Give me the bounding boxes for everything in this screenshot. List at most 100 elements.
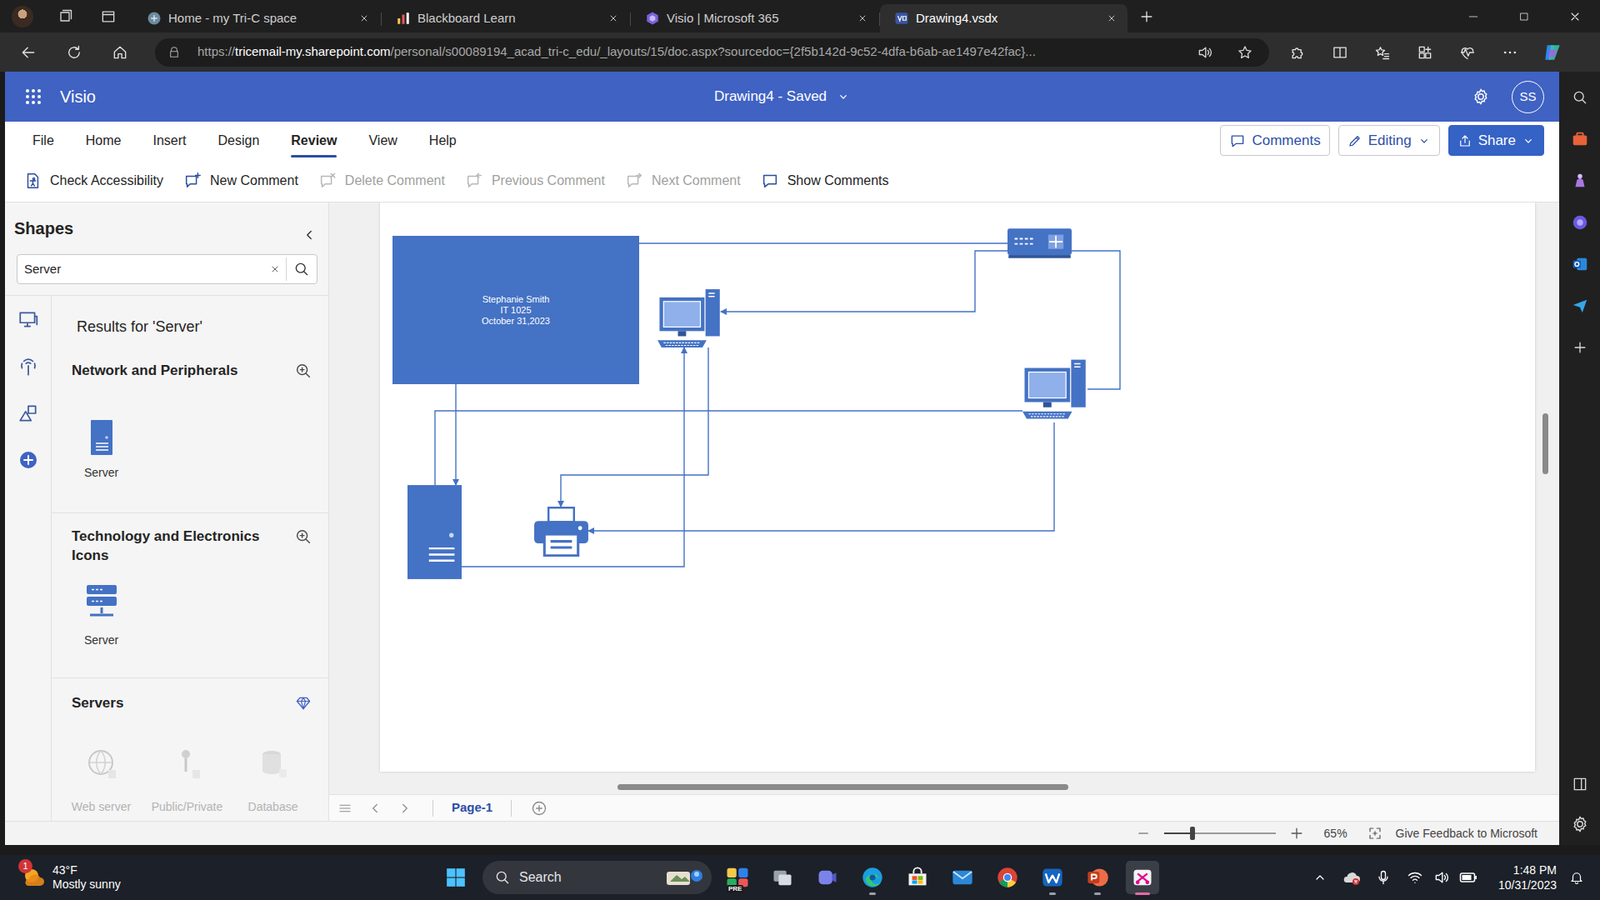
computer-shape[interactable] xyxy=(657,289,721,348)
new-tab-icon[interactable] xyxy=(1132,4,1161,30)
notifications-bell-icon[interactable] xyxy=(1565,865,1589,890)
search-icon[interactable] xyxy=(1565,83,1595,112)
all-pages-icon[interactable] xyxy=(332,796,358,820)
taskbar-app[interactable] xyxy=(1035,860,1070,895)
clear-search-icon[interactable] xyxy=(263,257,287,281)
close-tab-icon[interactable] xyxy=(356,10,372,26)
drawing-page[interactable]: Stephanie SmithIT 1025October 31,2023 xyxy=(380,202,1535,772)
drawing-canvas[interactable]: Stephanie SmithIT 1025October 31,2023 xyxy=(329,202,1560,795)
search-value[interactable]: Server xyxy=(24,260,264,280)
games-icon[interactable] xyxy=(1565,166,1595,195)
microphone-icon[interactable] xyxy=(1371,865,1395,890)
profile-avatar[interactable] xyxy=(11,5,34,28)
horizontal-scrollbar[interactable] xyxy=(617,784,1069,790)
document-menu-icon[interactable] xyxy=(836,90,850,104)
add-page-icon[interactable] xyxy=(526,796,552,820)
copilot-sidebar-icon[interactable] xyxy=(1565,208,1595,237)
address-bar[interactable]: https://tricemail-my.sharepoint.com/pers… xyxy=(155,38,1270,67)
taskbar-app[interactable] xyxy=(765,860,800,895)
taskbar-app[interactable] xyxy=(1125,860,1160,895)
ribbon-command[interactable]: New Comment xyxy=(183,170,299,191)
settings-icon[interactable] xyxy=(1471,87,1490,106)
zoom-percent[interactable]: 65% xyxy=(1317,825,1355,843)
computer-shape[interactable] xyxy=(1022,355,1087,423)
shape-search-box[interactable]: Server xyxy=(16,254,318,285)
close-tab-icon[interactable] xyxy=(605,10,621,26)
zoom-icon[interactable] xyxy=(293,360,314,381)
network-stencil-icon[interactable] xyxy=(14,354,43,380)
section-header[interactable]: Technology and Electronics Icons xyxy=(51,526,329,565)
taskbar-search[interactable]: Search xyxy=(482,860,712,895)
shape-item[interactable]: Server xyxy=(58,415,145,482)
vertical-scrollbar[interactable] xyxy=(1542,413,1549,475)
outlook-icon[interactable] xyxy=(1565,250,1595,279)
collapse-panel-icon[interactable] xyxy=(301,215,317,255)
ribbon-command[interactable]: Show Comments xyxy=(760,170,890,191)
taskbar-app[interactable] xyxy=(855,860,890,895)
workspaces-icon[interactable] xyxy=(53,5,77,29)
title-text-box[interactable]: Stephanie SmithIT 1025October 31,2023 xyxy=(392,235,640,385)
weather-widget[interactable]: 143°FMostly sunny xyxy=(0,863,441,892)
server-shape[interactable] xyxy=(407,485,462,580)
next-page-icon[interactable] xyxy=(392,796,418,820)
browser-tab[interactable]: Visio | Microsoft 365 xyxy=(630,4,879,33)
taskbar-app[interactable] xyxy=(990,860,1025,895)
account-avatar[interactable]: SS xyxy=(1511,80,1545,114)
ribbon-tab[interactable]: File xyxy=(32,127,55,155)
add-icon[interactable] xyxy=(1565,333,1595,362)
zoom-in-icon[interactable] xyxy=(1287,824,1306,843)
performance-icon[interactable] xyxy=(1454,39,1481,66)
search-icon[interactable] xyxy=(286,257,317,281)
tab-actions-icon[interactable] xyxy=(96,5,120,29)
read-aloud-icon[interactable] xyxy=(1190,40,1220,65)
onedrive-icon[interactable] xyxy=(1340,865,1364,890)
ribbon-tab[interactable]: Home xyxy=(85,127,122,155)
ribbon-action-button[interactable]: Editing xyxy=(1338,125,1440,156)
zoom-slider-thumb[interactable] xyxy=(1190,826,1195,840)
app-name[interactable]: Visio xyxy=(60,84,96,110)
ribbon-tab[interactable]: View xyxy=(368,127,397,155)
ribbon-tab[interactable]: Insert xyxy=(152,127,186,155)
shape-item[interactable]: Server xyxy=(58,579,145,650)
browser-tab[interactable]: Blackboard Learn xyxy=(381,4,630,33)
quick-settings[interactable] xyxy=(1403,865,1480,890)
extensions-icon[interactable] xyxy=(1284,39,1311,66)
fit-to-window-icon[interactable] xyxy=(1365,824,1385,843)
send-icon[interactable] xyxy=(1565,291,1595,320)
close-tab-icon[interactable] xyxy=(1104,10,1120,26)
ribbon-command[interactable]: Check Accessibility xyxy=(23,170,164,191)
section-header[interactable]: Network and Peripherals xyxy=(51,360,329,381)
home-icon[interactable] xyxy=(106,39,134,66)
ribbon-tab[interactable]: Design xyxy=(217,127,260,155)
document-title[interactable]: Drawing4 - Saved xyxy=(714,85,850,108)
browser-tab[interactable]: Home - my Tri-C space xyxy=(132,4,380,33)
printer-shape[interactable] xyxy=(534,506,589,557)
previous-page-icon[interactable] xyxy=(362,796,388,820)
windows-start-icon[interactable] xyxy=(440,862,471,893)
close-tab-icon[interactable] xyxy=(855,10,870,26)
tools-icon[interactable] xyxy=(1565,125,1595,154)
hide-sidebar-icon[interactable] xyxy=(1565,770,1595,799)
zoom-icon[interactable] xyxy=(293,526,314,547)
taskbar-app[interactable] xyxy=(900,860,935,895)
refresh-icon[interactable] xyxy=(60,39,88,66)
premium-diamond-icon[interactable] xyxy=(293,693,314,714)
document-name[interactable]: Drawing4 - Saved xyxy=(714,85,827,108)
page-tab[interactable]: Page-1 xyxy=(448,796,496,820)
more-icon[interactable] xyxy=(1496,39,1524,66)
add-stencil-icon[interactable] xyxy=(14,447,43,473)
sidebar-settings-icon[interactable] xyxy=(1565,810,1595,839)
basic-shapes-icon[interactable] xyxy=(14,400,43,426)
show-hidden-icons-icon[interactable] xyxy=(1308,865,1332,890)
favorite-star-icon[interactable] xyxy=(1230,40,1260,65)
switch-shape[interactable] xyxy=(1007,228,1072,259)
clock[interactable]: 1:48 PM10/31/2023 xyxy=(1498,862,1557,893)
feedback-link[interactable]: Give Feedback to Microsoft xyxy=(1395,825,1538,843)
copilot-icon[interactable] xyxy=(1539,39,1566,66)
ribbon-action-button[interactable]: Comments xyxy=(1220,125,1330,156)
app-launcher-icon[interactable] xyxy=(25,88,42,105)
collections-icon[interactable] xyxy=(1411,39,1439,66)
ribbon-tab[interactable]: Review xyxy=(290,127,337,155)
browser-tab[interactable]: Drawing4.vsdx xyxy=(880,4,1128,33)
taskbar-app[interactable] xyxy=(810,860,845,895)
